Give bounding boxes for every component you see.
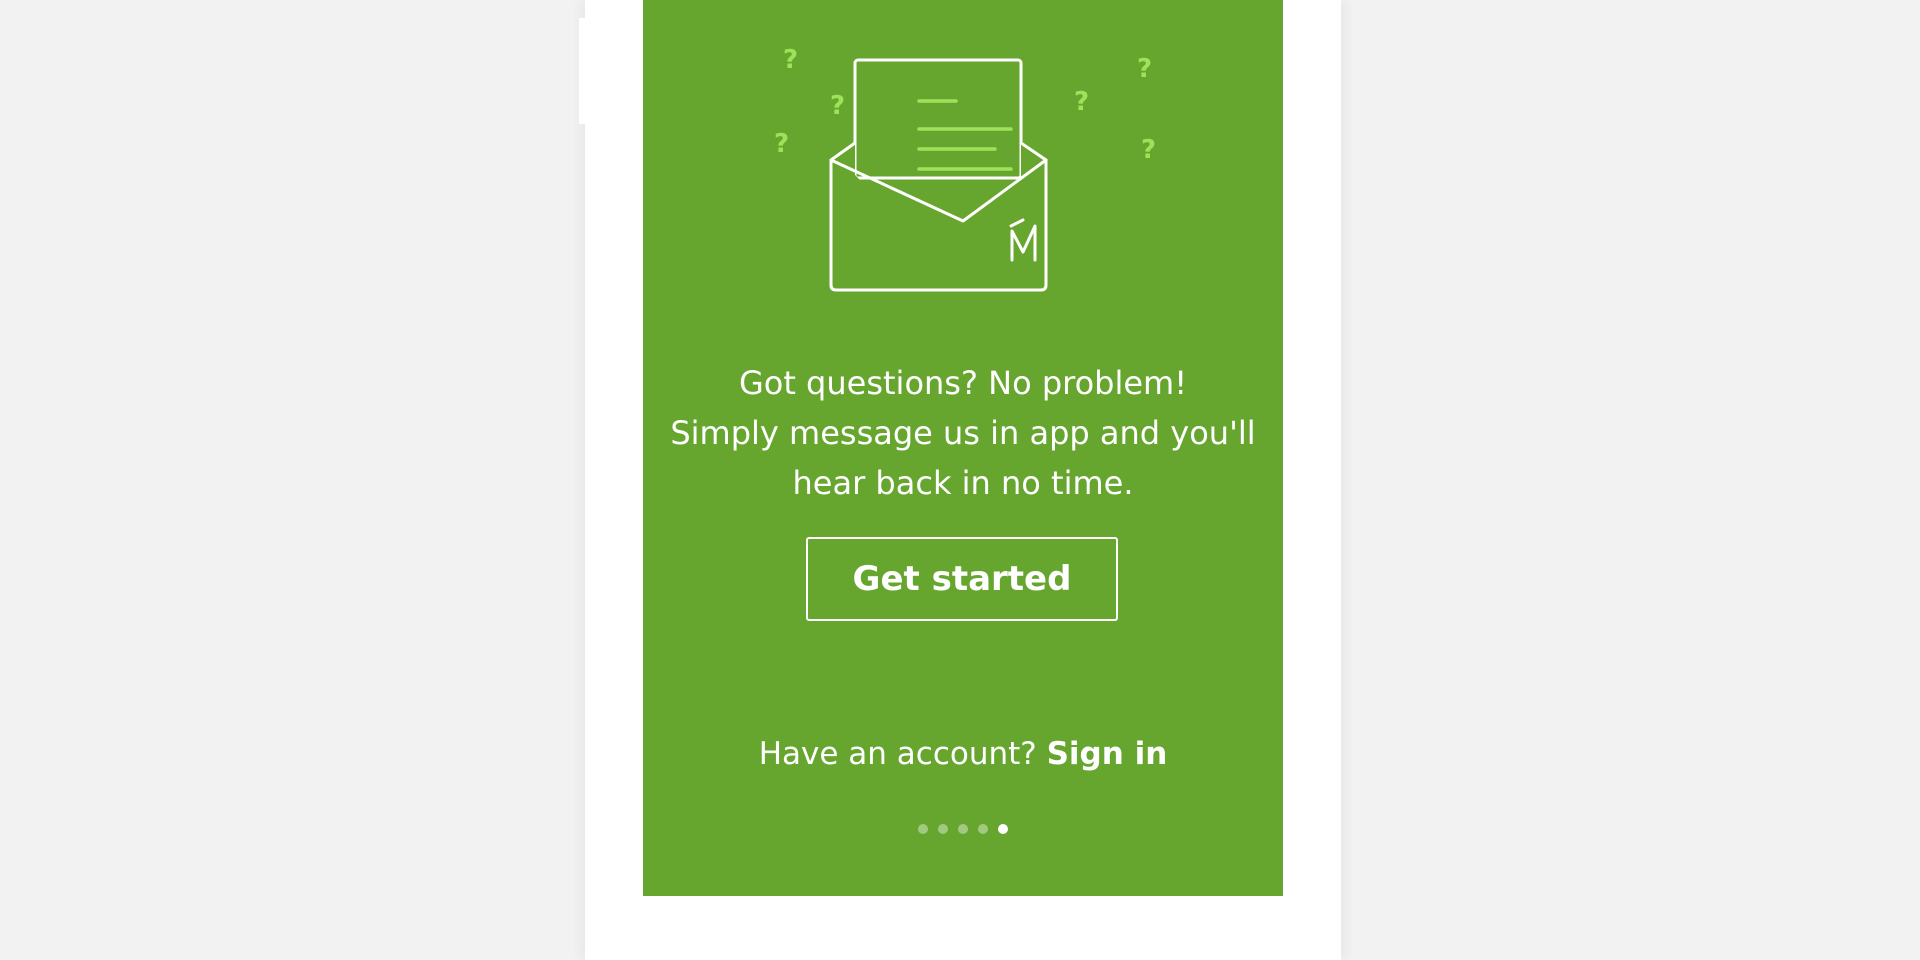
envelope-with-letter-icon (829, 58, 1048, 292)
illustration: ? ? ? ? ? ? (774, 45, 1156, 292)
question-mark-icon: ? (783, 45, 798, 75)
signin-prompt: Have an account? (758, 736, 1047, 772)
question-mark-icon: ? (1141, 135, 1156, 165)
onboarding-screen: ? ? ? ? ? ? Got questions? No problem! S… (643, 0, 1283, 896)
pager-dot-active[interactable] (998, 824, 1008, 834)
signin-row: Have an account? Sign in (643, 730, 1283, 778)
onboarding-message: Got questions? No problem! Simply messag… (643, 358, 1283, 508)
question-mark-icon: ? (1137, 54, 1152, 84)
pager-dot[interactable] (918, 824, 928, 834)
pager-dot[interactable] (938, 824, 948, 834)
sign-in-link[interactable]: Sign in (1047, 736, 1168, 772)
get-started-button[interactable]: Get started (806, 537, 1118, 621)
message-line: hear back in no time. (792, 464, 1134, 502)
question-mark-icon: ? (1074, 87, 1089, 117)
message-line: Got questions? No problem! (738, 364, 1188, 402)
pager-dot[interactable] (958, 824, 968, 834)
pager-dot[interactable] (978, 824, 988, 834)
device-side-button (579, 18, 587, 124)
question-mark-icon: ? (830, 91, 845, 121)
question-mark-icon: ? (774, 129, 789, 159)
message-line: Simply message us in app and you'll (670, 414, 1256, 452)
pager-dots (643, 824, 1283, 836)
